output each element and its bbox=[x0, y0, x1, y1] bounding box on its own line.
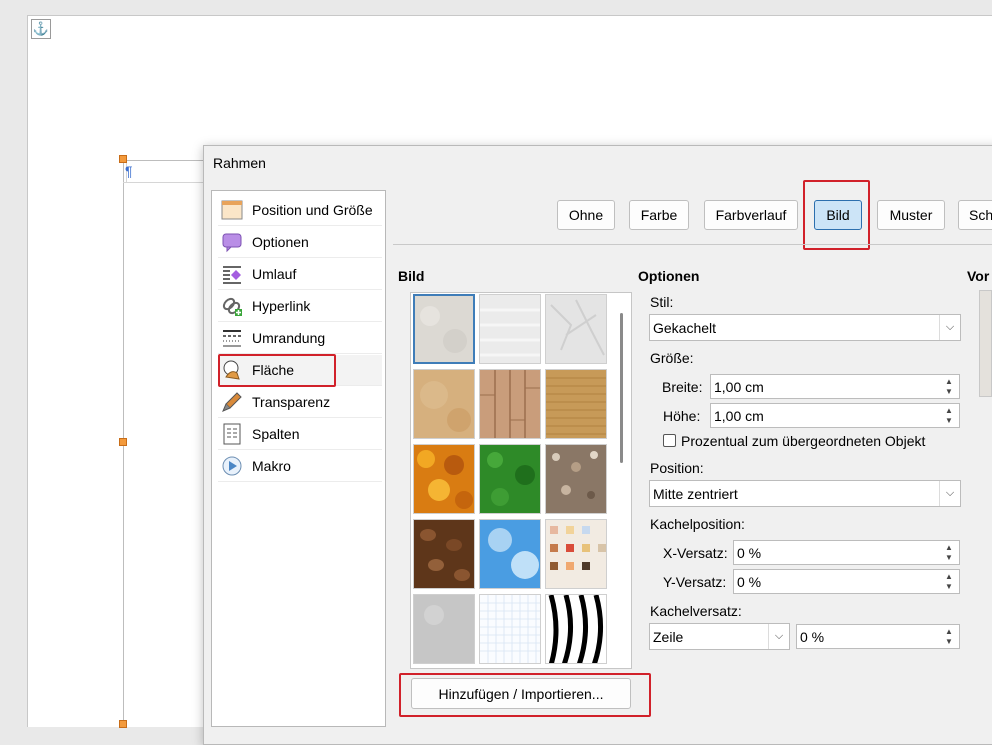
resize-handle-middle-left[interactable] bbox=[119, 438, 127, 446]
fill-pattern-button[interactable]: Muster bbox=[877, 200, 945, 230]
gallery-scrollbar[interactable] bbox=[620, 313, 623, 463]
bitmap-tile-coffee[interactable] bbox=[413, 519, 475, 589]
tile-offset-value: 0 % bbox=[800, 628, 825, 645]
border-icon bbox=[221, 327, 243, 349]
sidebar-item-label: Umrandung bbox=[252, 330, 326, 346]
bitmap-tile-wood[interactable] bbox=[479, 369, 542, 440]
relative-label: Prozentual zum übergeordneten Objekt bbox=[681, 433, 926, 449]
sidebar-item-wrap[interactable]: Umlauf bbox=[218, 259, 382, 290]
sidebar-item-label: Position und Größe bbox=[252, 202, 373, 218]
sidebar-item-position-size[interactable]: Position und Größe bbox=[218, 195, 382, 226]
chevron-down-icon: ⌵ bbox=[939, 315, 960, 340]
height-value: 1,00 cm bbox=[714, 407, 764, 424]
bitmap-tile-maple-leaves[interactable] bbox=[413, 444, 475, 514]
width-value: 1,00 cm bbox=[714, 378, 764, 395]
position-dropdown[interactable]: Mitte zentriert ⌵ bbox=[649, 480, 961, 507]
sidebar-item-border[interactable]: Umrandung bbox=[218, 323, 382, 354]
separator bbox=[393, 244, 992, 245]
hyperlink-icon bbox=[221, 295, 243, 317]
y-offset-label: Y-Versatz: bbox=[663, 574, 727, 590]
preview-heading: Vor bbox=[967, 268, 990, 284]
preview-area bbox=[979, 290, 992, 397]
spin-down-icon[interactable]: ▼ bbox=[940, 386, 958, 397]
resize-handle-top-left[interactable] bbox=[119, 155, 127, 163]
bitmap-gallery[interactable] bbox=[410, 292, 632, 669]
position-value: Mitte zentriert bbox=[653, 485, 738, 502]
anchor-icon[interactable]: ⚓ bbox=[31, 19, 51, 39]
bitmap-tile-paper-crumpled[interactable] bbox=[545, 294, 607, 364]
bitmap-tile-concrete[interactable] bbox=[413, 594, 475, 664]
fill-hatch-button[interactable]: Sch bbox=[958, 200, 992, 230]
spin-down-icon[interactable]: ▼ bbox=[940, 581, 958, 592]
style-dropdown[interactable]: Gekachelt ⌵ bbox=[649, 314, 961, 341]
sidebar-item-options[interactable]: Optionen bbox=[218, 227, 382, 258]
tile-offset-label: Kachelversatz: bbox=[650, 603, 742, 619]
bitmap-tile-pebbles[interactable] bbox=[545, 444, 607, 514]
wrap-icon bbox=[221, 263, 243, 285]
tile-offset-mode-value: Zeile bbox=[653, 628, 684, 645]
y-offset-spinbox[interactable]: 0 % ▲ ▼ bbox=[733, 569, 960, 594]
paragraph-mark: ¶ bbox=[125, 163, 133, 179]
spin-down-icon[interactable]: ▼ bbox=[940, 636, 958, 647]
frame-border-top bbox=[123, 160, 203, 161]
bitmap-tile-parchment[interactable] bbox=[413, 369, 475, 439]
bitmap-tile-color-squares[interactable] bbox=[545, 519, 607, 589]
sidebar-item-label: Umlauf bbox=[252, 266, 297, 282]
tile-offset-spinbox[interactable]: 0 % ▲ ▼ bbox=[796, 624, 960, 649]
sidebar-item-label: Makro bbox=[252, 458, 291, 474]
sidebar-item-hyperlink[interactable]: Hyperlink bbox=[218, 291, 382, 322]
bitmap-heading: Bild bbox=[398, 268, 425, 284]
fill-gradient-button[interactable]: Farbverlauf bbox=[704, 200, 798, 230]
bitmap-tile-grid-paper[interactable] bbox=[479, 594, 542, 665]
fill-none-button[interactable]: Ohne bbox=[557, 200, 615, 230]
sidebar-item-label: Optionen bbox=[252, 234, 309, 250]
x-offset-spinbox[interactable]: 0 % ▲ ▼ bbox=[733, 540, 960, 565]
width-spinbox[interactable]: 1,00 cm ▲ ▼ bbox=[710, 374, 960, 399]
bitmap-tile-painted-white[interactable] bbox=[413, 294, 475, 364]
options-icon bbox=[221, 231, 243, 253]
relative-checkbox[interactable] bbox=[663, 434, 676, 447]
text-boundary bbox=[123, 182, 203, 183]
style-value: Gekachelt bbox=[653, 319, 717, 336]
bitmap-tile-lawn[interactable] bbox=[479, 444, 541, 514]
sidebar-item-label: Hyperlink bbox=[252, 298, 311, 314]
x-offset-label: X-Versatz: bbox=[663, 545, 728, 561]
style-label: Stil: bbox=[650, 294, 674, 310]
highlight-add-import-button bbox=[399, 673, 651, 717]
position-label: Position: bbox=[650, 460, 704, 476]
dialog-title: Rahmen bbox=[213, 155, 266, 171]
options-heading: Optionen bbox=[638, 268, 700, 284]
fill-color-button[interactable]: Farbe bbox=[629, 200, 689, 230]
sidebar-item-label: Spalten bbox=[252, 426, 300, 442]
height-spinbox[interactable]: 1,00 cm ▲ ▼ bbox=[710, 403, 960, 428]
highlight-area-tab bbox=[218, 354, 336, 387]
position-size-icon bbox=[221, 199, 243, 221]
bitmap-tile-sky[interactable] bbox=[479, 519, 541, 589]
chevron-down-icon: ⌵ bbox=[939, 481, 960, 506]
bitmap-tile-paper-texture[interactable] bbox=[479, 294, 542, 364]
bitmap-tile-fabric[interactable] bbox=[545, 369, 608, 439]
bitmap-tile-zebra[interactable] bbox=[545, 594, 607, 666]
spin-down-icon[interactable]: ▼ bbox=[940, 552, 958, 563]
macro-icon bbox=[221, 455, 243, 477]
chevron-down-icon: ⌵ bbox=[768, 624, 789, 649]
sidebar-item-columns[interactable]: Spalten bbox=[218, 419, 382, 450]
columns-icon bbox=[221, 423, 243, 445]
tile-position-label: Kachelposition: bbox=[650, 516, 745, 532]
height-label: Höhe: bbox=[663, 408, 701, 424]
x-offset-value: 0 % bbox=[737, 544, 762, 561]
spin-down-icon[interactable]: ▼ bbox=[940, 415, 958, 426]
sidebar-item-macro[interactable]: Makro bbox=[218, 451, 382, 482]
y-offset-value: 0 % bbox=[737, 573, 762, 590]
transparency-icon bbox=[221, 391, 243, 413]
sidebar-item-transparency[interactable]: Transparenz bbox=[218, 387, 382, 418]
width-label: Breite: bbox=[662, 379, 703, 395]
tile-offset-mode-dropdown[interactable]: Zeile ⌵ bbox=[649, 623, 790, 650]
sidebar-item-label: Transparenz bbox=[252, 394, 331, 410]
size-label: Größe: bbox=[650, 350, 694, 366]
highlight-bitmap-button bbox=[803, 180, 870, 250]
